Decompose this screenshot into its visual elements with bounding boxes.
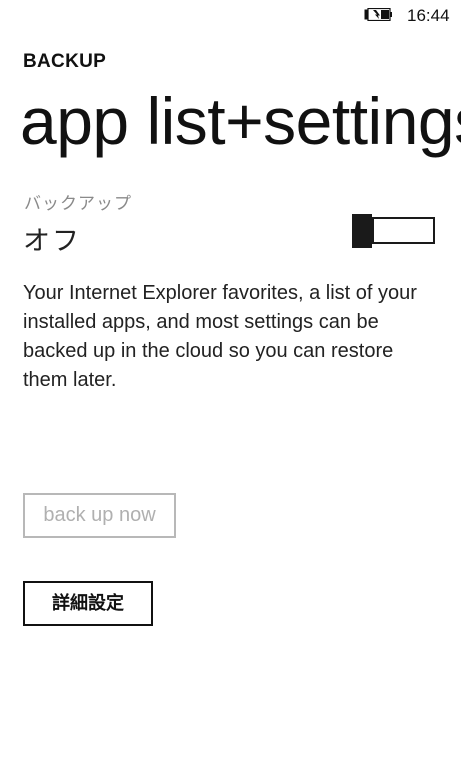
status-bar: 16:44 xyxy=(0,0,461,32)
battery-charging-icon xyxy=(364,8,392,21)
backup-toggle-label: バックアップ xyxy=(24,194,132,214)
page-title: app list+settings xyxy=(20,84,461,158)
page-title-container: app list+settings xyxy=(0,76,461,176)
back-up-now-button[interactable]: back up now xyxy=(23,493,176,538)
backup-description: Your Internet Explorer favorites, a list… xyxy=(23,282,417,391)
toggle-track xyxy=(372,217,435,244)
backup-toggle-switch[interactable] xyxy=(352,214,438,248)
advanced-settings-button[interactable]: 詳細設定 xyxy=(23,581,153,626)
toggle-thumb[interactable] xyxy=(352,214,372,248)
section-label: BACKUP xyxy=(23,51,107,72)
status-clock: 16:44 xyxy=(407,6,450,25)
backup-toggle-state: オフ xyxy=(23,226,81,257)
